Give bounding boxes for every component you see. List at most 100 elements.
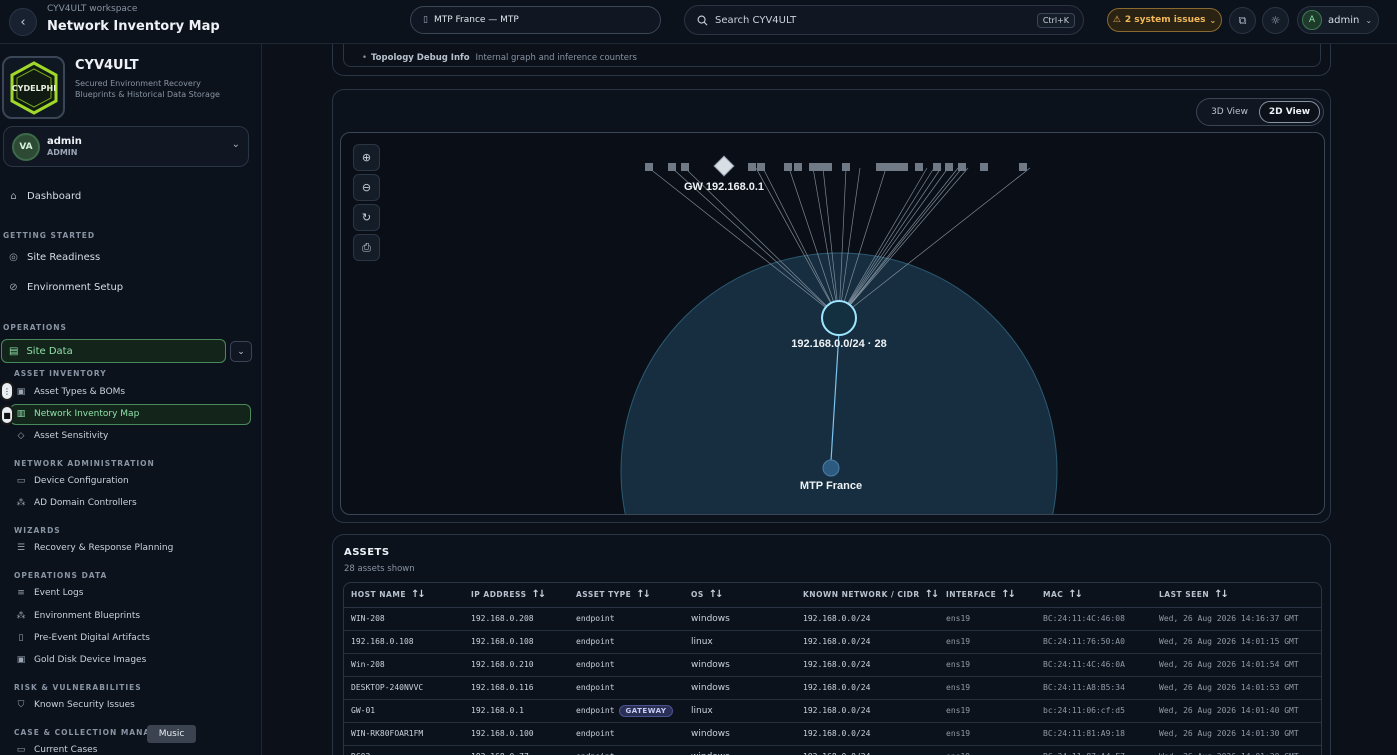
- column-header[interactable]: IP ADDRESS ↑↓: [464, 583, 569, 608]
- sort-icon[interactable]: ↑↓: [1001, 589, 1016, 600]
- cell-value: endpoint: [576, 683, 615, 692]
- sort-icon[interactable]: ↑↓: [411, 589, 426, 600]
- avatar: VA: [12, 133, 40, 161]
- system-issues-button[interactable]: ⚠ 2 system issues ⌄: [1107, 8, 1222, 32]
- view-3d-button[interactable]: 3D View: [1200, 101, 1259, 123]
- sidebar-item-label: Gold Disk Device Images: [34, 655, 147, 665]
- sidebar-item-current-cases[interactable]: ▭ Current Cases: [16, 745, 98, 755]
- sidebar-item-label: Network Inventory Map: [34, 409, 140, 419]
- cell-os: windows: [684, 607, 796, 631]
- reset-view-button[interactable]: ↻: [353, 204, 380, 231]
- zoom-out-button[interactable]: ⊖: [353, 174, 380, 201]
- view-2d-button[interactable]: 2D View: [1259, 101, 1320, 123]
- table-row[interactable]: 192.168.0.108 192.168.0.108 endpoint linux 1…: [344, 630, 1321, 654]
- table-row[interactable]: DC02192.168.0.77endpoint windows 192.168.0…: [344, 745, 1321, 755]
- column-header-label: HOST NAME: [351, 590, 406, 600]
- folder-icon: ▭: [16, 745, 26, 755]
- column-header[interactable]: HOST NAME ↑↓: [344, 583, 464, 608]
- network-map-svg[interactable]: GW 192.168.0.1 192.168.0.0/24 · 28 MTP Fra…: [341, 133, 1325, 515]
- sidebar-item-event-logs[interactable]: ≡ Event Logs: [16, 588, 83, 598]
- back-button[interactable]: ‹: [9, 8, 37, 36]
- search-input[interactable]: Search CYV4ULT Ctrl+K: [684, 5, 1084, 35]
- column-header[interactable]: INTERFACE ↑↓: [939, 583, 1036, 608]
- table-row[interactable]: GW-01 192.168.0.1 endpoint GATEWAY linux 192.…: [344, 699, 1321, 723]
- sidebar-item-site-readiness[interactable]: ◎ Site Readiness: [8, 252, 100, 263]
- table-row[interactable]: WIN-208 192.168.0.208 endpoint windows 192.1…: [344, 607, 1321, 631]
- user-menu-button[interactable]: A admin ⌄: [1297, 6, 1379, 34]
- network-icon: ⁂: [16, 611, 26, 621]
- cell-mac: bc:24:11:06:cf:d5: [1036, 699, 1152, 723]
- sidebar-item-recovery-planning[interactable]: ☰ Recovery & Response Planning: [16, 543, 173, 553]
- host-node: [809, 163, 817, 171]
- column-header[interactable]: ASSET TYPE ↑↓: [569, 583, 684, 608]
- column-header[interactable]: MAC ↑↓: [1036, 583, 1152, 608]
- sidebar-item-pre-event-artifacts[interactable]: ▯ Pre-Event Digital Artifacts: [16, 633, 150, 643]
- column-header[interactable]: KNOWN NETWORK / CIDR ↑↓: [796, 583, 940, 608]
- tooltip: Music: [147, 725, 196, 743]
- layout-toggle-button[interactable]: ⧉: [1229, 7, 1256, 34]
- sidebar-item-site-data[interactable]: ▤ Site Data: [1, 339, 226, 363]
- zoom-out-icon: ⊖: [361, 181, 372, 194]
- cell-value: 192.168.0.210: [471, 660, 534, 669]
- sort-icon[interactable]: ↑↓: [1214, 589, 1229, 600]
- host-node: [668, 163, 676, 171]
- host-node: [748, 163, 756, 171]
- cell-ip: 192.168.0.208: [464, 607, 569, 631]
- cell-value: 192.168.0.116: [471, 683, 534, 692]
- site-data-expand-button[interactable]: ⌄: [230, 341, 252, 362]
- sidebar-item-known-security-issues[interactable]: ⛉ Known Security Issues: [16, 700, 135, 710]
- cell-type: endpoint: [569, 607, 684, 631]
- cell-host: WIN-208: [344, 607, 464, 631]
- column-header[interactable]: LAST SEEN ↑↓: [1152, 583, 1321, 608]
- sidebar-item-asset-types[interactable]: ▣ Asset Types & BOMs: [16, 387, 125, 397]
- system-issues-label: 2 system issues: [1124, 15, 1206, 25]
- sidebar-item-environment-setup[interactable]: ⊘ Environment Setup: [8, 282, 123, 293]
- sidebar-item-environment-blueprints[interactable]: ⁂ Environment Blueprints: [16, 611, 141, 621]
- cell-seen: Wed, 26 Aug 2026 14:01:30 GMT: [1152, 722, 1321, 746]
- column-header[interactable]: OS ↑↓: [684, 583, 796, 608]
- map-card: 3D View 2D View GW 192.168.0.1 192.168.0.…: [332, 89, 1331, 523]
- sidebar-item-label: Environment Setup: [27, 282, 124, 293]
- user-card[interactable]: VA admin ADMIN ⌄: [3, 126, 249, 167]
- sort-icon[interactable]: ↑↓: [925, 589, 940, 600]
- table-row[interactable]: DESKTOP-240NVVC 192.168.0.116 endpoint wind…: [344, 676, 1321, 700]
- sidebar-item-gold-disk-images[interactable]: ▣ Gold Disk Device Images: [16, 655, 147, 665]
- warning-icon: ⚠: [1112, 15, 1121, 25]
- sort-icon[interactable]: ↑↓: [709, 589, 724, 600]
- view-toggle: 3D View 2D View: [1196, 98, 1324, 126]
- sidebar-item-asset-sensitivity[interactable]: ◇ Asset Sensitivity: [16, 431, 109, 441]
- cell-value: ens19: [946, 683, 971, 692]
- main-content: • Topology Debug Info Internal graph and i…: [262, 44, 1397, 755]
- zoom-in-icon: ⊕: [361, 151, 372, 164]
- cell-value: 192.168.0.0/24: [803, 706, 871, 715]
- cell-value: ens19: [946, 637, 971, 646]
- cell-value: 192.168.0.108: [471, 637, 534, 646]
- network-map-canvas[interactable]: GW 192.168.0.1 192.168.0.0/24 · 28 MTP Fra…: [340, 132, 1325, 515]
- sort-icon[interactable]: ↑↓: [1068, 589, 1083, 600]
- sidebar-item-ad-domain-controllers[interactable]: ⁂ AD Domain Controllers: [16, 498, 137, 508]
- sort-icon[interactable]: ↑↓: [636, 589, 651, 600]
- sidebar-item-network-inventory-map[interactable]: ▥ Network Inventory Map: [16, 409, 140, 419]
- print-button[interactable]: ⎙: [353, 234, 380, 261]
- cell-value: endpoint: [576, 614, 615, 623]
- cell-host: 192.168.0.108: [344, 630, 464, 654]
- theme-toggle-button[interactable]: ☼: [1262, 7, 1289, 34]
- host-node: [915, 163, 923, 171]
- debug-panel[interactable]: • Topology Debug Info Internal graph and i…: [343, 44, 1321, 67]
- search-shortcut: Ctrl+K: [1036, 13, 1075, 28]
- column-header-label: KNOWN NETWORK / CIDR: [803, 590, 920, 600]
- sort-icon[interactable]: ↑↓: [532, 589, 547, 600]
- site-selector[interactable]: ▯ MTP France — MTP: [410, 6, 661, 34]
- debug-summary[interactable]: • Topology Debug Info Internal graph and i…: [362, 53, 637, 63]
- cell-value: Wed, 26 Aug 2026 14:01:40 GMT: [1159, 706, 1299, 715]
- drag-handle[interactable]: ⋮: [0, 381, 14, 401]
- table-row[interactable]: WIN-RK80FOAR1FM 192.168.0.100 endpoint wind…: [344, 722, 1321, 746]
- zoom-in-button[interactable]: ⊕: [353, 144, 380, 171]
- disk-icon: ▣: [16, 655, 26, 665]
- gateway-label: GW 192.168.0.1: [684, 181, 764, 193]
- record-button[interactable]: ■: [0, 405, 14, 425]
- sidebar-item-device-configuration[interactable]: ▭ Device Configuration: [16, 476, 129, 486]
- table-row[interactable]: Win-208 192.168.0.210 endpoint windows 192.1…: [344, 653, 1321, 677]
- sidebar-item-dashboard[interactable]: ⌂ Dashboard: [8, 191, 81, 202]
- cell-value: 192.168.0.1: [471, 706, 524, 715]
